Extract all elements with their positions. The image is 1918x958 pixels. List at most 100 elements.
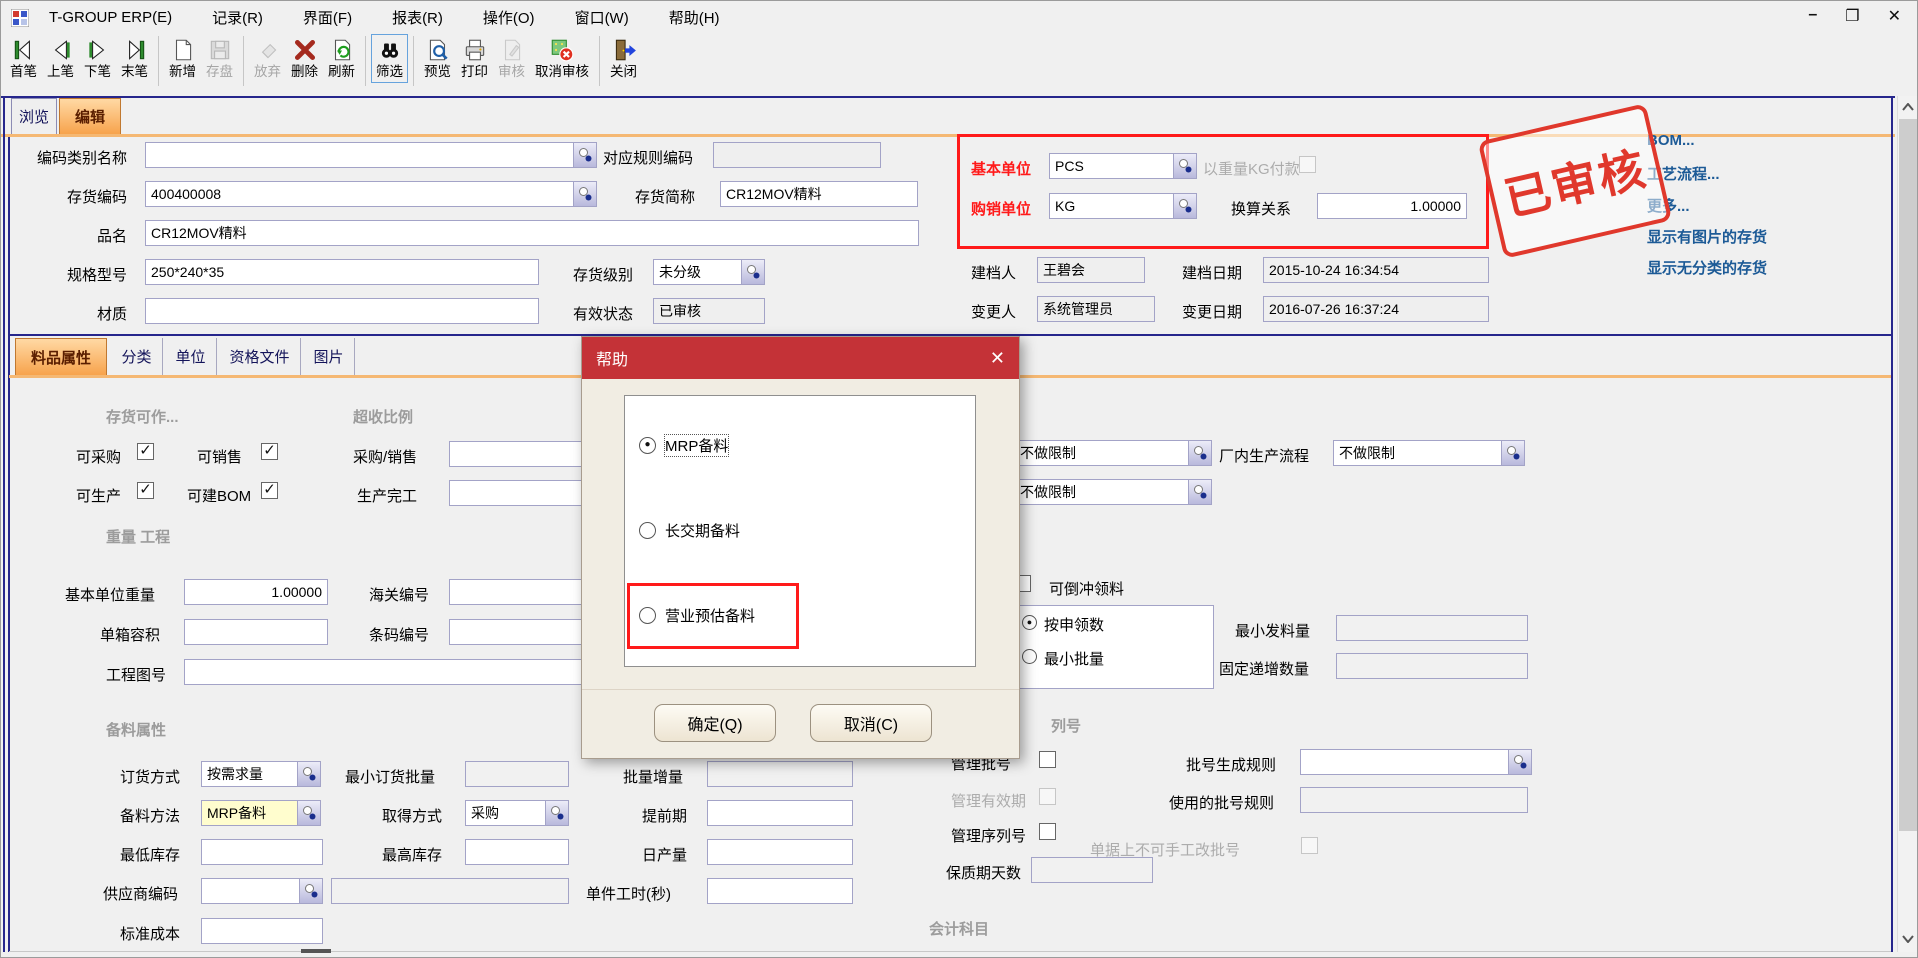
toolbar-refresh[interactable]: 刷新 bbox=[323, 34, 360, 83]
item-abbr-field[interactable]: CR12MOV精料 bbox=[720, 181, 918, 207]
manage-batch-checkbox[interactable] bbox=[1039, 751, 1056, 768]
toolbar-close[interactable]: 关闭 bbox=[605, 34, 642, 83]
menu-item-record[interactable]: 记录(R) bbox=[212, 7, 263, 28]
restore-button[interactable]: ❐ bbox=[1845, 6, 1859, 26]
menu-item-operate[interactable]: 操作(O) bbox=[483, 7, 535, 28]
menu-item-app[interactable]: T-GROUP ERP(E) bbox=[49, 9, 172, 26]
tab-browse[interactable]: 浏览 bbox=[11, 98, 57, 134]
prep-method-field[interactable]: MRP备料 bbox=[201, 800, 321, 826]
grade-field[interactable]: 未分级 bbox=[653, 259, 765, 285]
option-mrp[interactable]: ● MRP备料 bbox=[639, 432, 728, 458]
option-sales-forecast-radio[interactable] bbox=[639, 607, 656, 624]
next-record-icon bbox=[85, 37, 111, 63]
lookup-icon[interactable] bbox=[1173, 193, 1197, 219]
scrollbar-thumb[interactable] bbox=[1899, 119, 1917, 831]
spec-field[interactable]: 250*240*35 bbox=[145, 259, 539, 285]
toolbar-last[interactable]: 末笔 bbox=[116, 34, 153, 83]
code-category-field[interactable] bbox=[145, 142, 597, 168]
base-unit-field[interactable]: PCS bbox=[1049, 153, 1197, 179]
limit-field-2[interactable]: 不做限制 bbox=[1014, 479, 1212, 505]
toolbar-filter[interactable]: 筛选 bbox=[371, 34, 408, 83]
tab-classification[interactable]: 分类 bbox=[111, 338, 163, 375]
max-stock-field[interactable] bbox=[465, 839, 569, 865]
lookup-icon[interactable] bbox=[297, 800, 321, 826]
ok-button[interactable]: 确定(Q) bbox=[654, 704, 776, 742]
app-logo-icon bbox=[11, 9, 29, 27]
lookup-icon[interactable] bbox=[1173, 153, 1197, 179]
production-done-label: 生产完工 bbox=[357, 485, 417, 506]
dialog-close-icon[interactable]: ✕ bbox=[990, 348, 1005, 369]
daily-output-field[interactable] bbox=[707, 839, 853, 865]
lookup-icon[interactable] bbox=[545, 800, 569, 826]
toolbar-prev[interactable]: 上笔 bbox=[42, 34, 79, 83]
lookup-icon[interactable] bbox=[1188, 479, 1212, 505]
base-weight-field[interactable]: 1.00000 bbox=[184, 579, 328, 605]
min-stock-field[interactable] bbox=[201, 839, 323, 865]
toolbar-print[interactable]: 打印 bbox=[456, 34, 493, 83]
box-volume-label: 单箱容积 bbox=[100, 624, 160, 645]
rule-code-field[interactable] bbox=[713, 142, 881, 168]
limit-field-1[interactable]: 不做限制 bbox=[1014, 440, 1212, 466]
menu-item-help[interactable]: 帮助(H) bbox=[669, 7, 720, 28]
option-sales-forecast[interactable]: 营业预估备料 bbox=[639, 602, 755, 628]
supplier-field[interactable] bbox=[201, 878, 323, 904]
lead-time-field[interactable] bbox=[707, 800, 853, 826]
toolbar-new[interactable]: 新增 bbox=[164, 34, 201, 83]
tab-edit[interactable]: 编辑 bbox=[59, 98, 121, 134]
lookup-icon[interactable] bbox=[1501, 440, 1525, 466]
link-show-unclassified[interactable]: 显示无分类的存货 bbox=[1647, 257, 1767, 278]
modify-date-label: 变更日期 bbox=[1182, 301, 1242, 322]
close-button[interactable]: ✕ bbox=[1888, 6, 1901, 26]
item-name-field[interactable]: CR12MOV精料 bbox=[145, 220, 919, 246]
toolbar-first[interactable]: 首笔 bbox=[5, 34, 42, 83]
menu-item-report[interactable]: 报表(R) bbox=[392, 7, 443, 28]
lookup-icon[interactable] bbox=[573, 142, 597, 168]
tab-units[interactable]: 单位 bbox=[165, 338, 217, 375]
option-long-lead[interactable]: 长交期备料 bbox=[639, 517, 740, 543]
lookup-icon[interactable] bbox=[297, 761, 321, 787]
purchasable-checkbox[interactable]: ✓ bbox=[137, 443, 154, 460]
toolbar-next[interactable]: 下笔 bbox=[79, 34, 116, 83]
acquire-mode-field[interactable]: 采购 bbox=[465, 800, 569, 826]
cancel-button[interactable]: 取消(C) bbox=[810, 704, 932, 742]
producible-label: 可生产 bbox=[76, 485, 121, 506]
lookup-icon[interactable] bbox=[1508, 749, 1532, 775]
item-code-field[interactable]: 400400008 bbox=[145, 181, 597, 207]
factory-flow-field[interactable]: 不做限制 bbox=[1333, 440, 1525, 466]
toolbar-cancel-audit[interactable]: 取消审核 bbox=[530, 34, 594, 83]
std-cost-field[interactable] bbox=[201, 918, 323, 944]
issue-by-request-radio[interactable]: ● bbox=[1022, 615, 1037, 630]
menu-item-window[interactable]: 窗口(W) bbox=[575, 7, 629, 28]
order-mode-field[interactable]: 按需求量 bbox=[201, 761, 321, 787]
option-mrp-radio[interactable]: ● bbox=[639, 437, 656, 454]
scroll-down-icon[interactable] bbox=[1897, 929, 1918, 949]
batch-rule-field[interactable] bbox=[1300, 749, 1532, 775]
sellable-checkbox[interactable]: ✓ bbox=[261, 443, 278, 460]
link-show-with-images[interactable]: 显示有图片的存货 bbox=[1647, 226, 1767, 247]
tab-images[interactable]: 图片 bbox=[303, 338, 355, 375]
box-volume-field[interactable] bbox=[184, 619, 328, 645]
conversion-field[interactable]: 1.00000 bbox=[1317, 193, 1467, 219]
material-field[interactable] bbox=[145, 298, 539, 324]
manage-serial-checkbox[interactable] bbox=[1039, 823, 1056, 840]
min-stock-label: 最低库存 bbox=[120, 844, 180, 865]
scroll-up-icon[interactable] bbox=[1897, 97, 1918, 117]
minimize-button[interactable]: – bbox=[1808, 6, 1817, 26]
lookup-icon[interactable] bbox=[741, 259, 765, 285]
code-category-label: 编码类别名称 bbox=[37, 147, 127, 168]
producible-checkbox[interactable]: ✓ bbox=[137, 482, 154, 499]
menu-item-interface[interactable]: 界面(F) bbox=[303, 7, 352, 28]
tab-item-attributes[interactable]: 料品属性 bbox=[15, 338, 107, 375]
tab-qualification-files[interactable]: 资格文件 bbox=[219, 338, 301, 375]
lookup-icon[interactable] bbox=[573, 181, 597, 207]
lookup-icon[interactable] bbox=[299, 878, 323, 904]
trade-unit-field[interactable]: KG bbox=[1049, 193, 1197, 219]
can-bom-checkbox[interactable]: ✓ bbox=[261, 482, 278, 499]
lookup-icon[interactable] bbox=[1188, 440, 1212, 466]
toolbar-delete[interactable]: 删除 bbox=[286, 34, 323, 83]
toolbar-preview[interactable]: 预览 bbox=[419, 34, 456, 83]
option-long-lead-radio[interactable] bbox=[639, 522, 656, 539]
unit-hours-field[interactable] bbox=[707, 878, 853, 904]
min-batch-radio[interactable] bbox=[1022, 649, 1037, 664]
help-dialog-titlebar[interactable]: 帮助 ✕ bbox=[582, 337, 1019, 379]
